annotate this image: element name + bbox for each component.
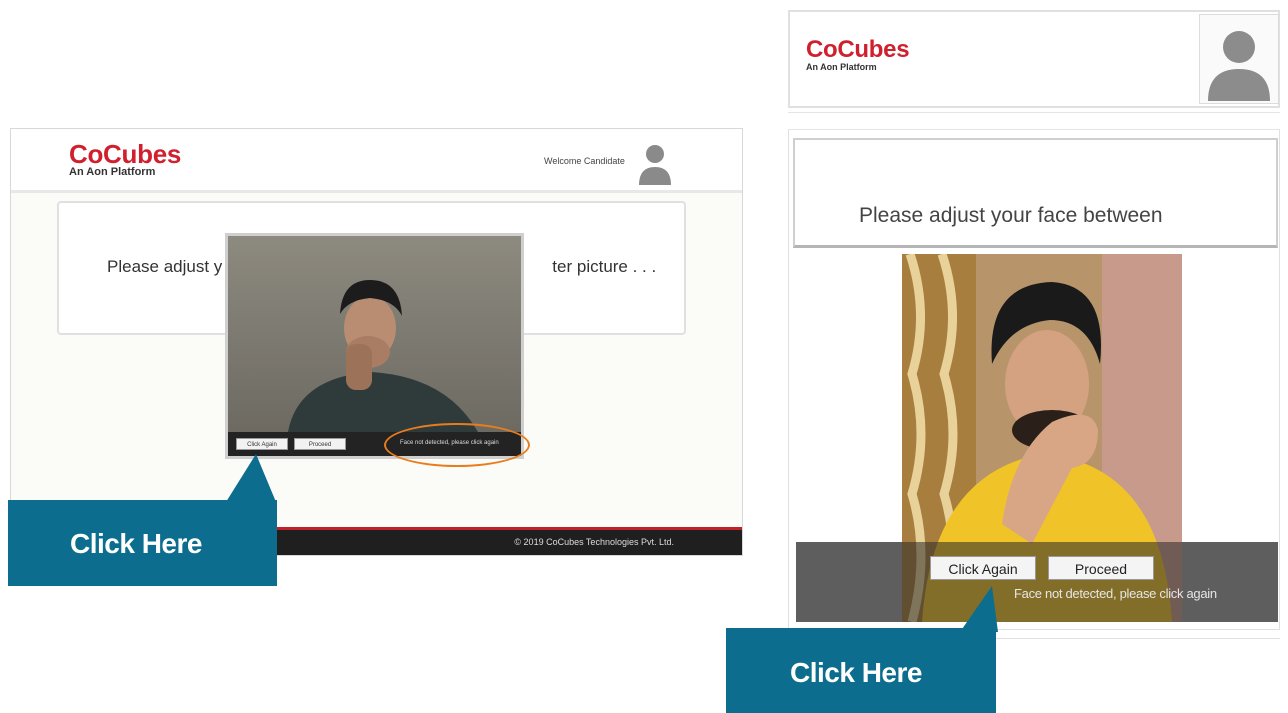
divider-band <box>788 112 1280 130</box>
click-here-callout: Click Here <box>8 500 277 586</box>
callout-pointer-icon <box>960 586 998 632</box>
logo-tagline: An Aon Platform <box>69 166 156 178</box>
logo-tagline: An Aon Platform <box>806 62 877 72</box>
proceed-button[interactable]: Proceed <box>1048 556 1154 580</box>
user-avatar-icon <box>639 145 671 185</box>
callout-pointer-icon <box>226 454 276 502</box>
webcam-overlay <box>902 542 1182 622</box>
avatar <box>1199 14 1279 104</box>
right-header: CoCubes An Aon Platform <box>788 10 1280 108</box>
callout-text: Click Here <box>70 528 202 559</box>
copyright-text: © 2019 CoCubes Technologies Pvt. Ltd. <box>514 537 674 547</box>
instruction-text: Please adjust your face between <box>859 204 1163 227</box>
proceed-button[interactable]: Proceed <box>294 438 346 450</box>
left-header: CoCubes An Aon Platform Welcome Candidat… <box>11 129 742 193</box>
user-avatar-icon <box>1208 31 1270 101</box>
cocubes-logo: CoCubes <box>806 36 910 63</box>
callout-text: Click Here <box>790 657 922 688</box>
click-again-button[interactable]: Click Again <box>930 556 1036 580</box>
click-again-button[interactable]: Click Again <box>236 438 288 450</box>
highlight-ring <box>384 423 530 467</box>
webcam-image <box>228 236 521 432</box>
cocubes-logo: CoCubes <box>69 139 182 169</box>
welcome-text: Welcome Candidate <box>544 156 625 166</box>
instruction-card: Please adjust your face between <box>793 138 1278 248</box>
face-status-text: Face not detected, please click again <box>1014 586 1217 601</box>
click-here-callout: Click Here <box>726 628 996 713</box>
